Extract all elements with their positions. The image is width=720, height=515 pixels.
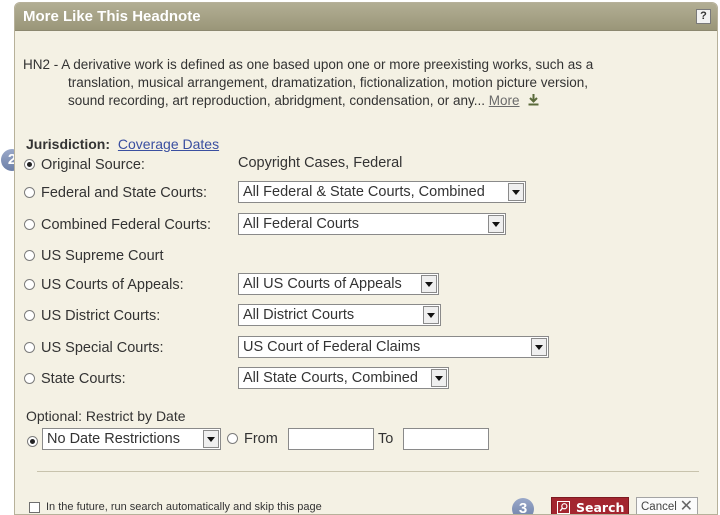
date-restriction-select-value: No Date Restrictions — [47, 431, 180, 447]
us-courts-of-appeals-select-value: All US Courts of Appeals — [243, 276, 402, 292]
us-courts-of-appeals-radio[interactable] — [24, 278, 35, 290]
headnote-line-2: translation, musical arrangement, dramat… — [68, 75, 588, 90]
search-button-label: Search — [576, 500, 625, 515]
row-combined-federal-courts[interactable]: Combined Federal Courts: — [24, 217, 211, 233]
dialog-titlebar: More Like This Headnote ? — [15, 3, 717, 31]
us-special-courts-radio[interactable] — [24, 341, 35, 353]
more-like-this-headnote-dialog: More Like This Headnote ? HN2 - A deriva… — [14, 2, 718, 515]
state-courts-select-value: All State Courts, Combined — [243, 370, 418, 386]
us-district-courts-select-value: All District Courts — [243, 307, 355, 323]
headnote-line-1: HN2 - A derivative work is defined as on… — [23, 57, 594, 72]
us-special-courts-label: US Special Courts: — [41, 340, 164, 356]
jurisdiction-header: Jurisdiction: Coverage Dates — [26, 136, 219, 152]
chevron-down-icon[interactable] — [431, 369, 447, 387]
chevron-down-icon[interactable] — [421, 275, 437, 293]
headnote-line-3: sound recording, art reproduction, abrid… — [23, 92, 693, 110]
cancel-button[interactable]: Cancel ✕ — [636, 497, 698, 515]
auto-run-label: In the future, run search automatically … — [46, 501, 322, 513]
state-courts-select[interactable]: All State Courts, Combined — [238, 367, 449, 389]
headnote-line-3-text: sound recording, art reproduction, abrid… — [68, 93, 485, 108]
dialog-title: More Like This Headnote — [23, 8, 201, 25]
combined-federal-courts-label: Combined Federal Courts: — [41, 217, 212, 233]
row-state-courts[interactable]: State Courts: — [24, 371, 126, 387]
row-us-supreme-court[interactable]: US Supreme Court — [24, 248, 164, 264]
row-us-special-courts[interactable]: US Special Courts: — [24, 340, 164, 356]
no-date-restrictions-radio[interactable] — [27, 436, 38, 448]
row-us-district-courts[interactable]: US District Courts: — [24, 308, 160, 324]
original-source-label: Original Source: — [41, 157, 145, 173]
us-special-courts-select[interactable]: US Court of Federal Claims — [238, 336, 549, 358]
us-district-courts-radio[interactable] — [24, 309, 35, 321]
cancel-button-label: Cancel — [641, 501, 677, 513]
us-special-courts-select-value: US Court of Federal Claims — [243, 339, 421, 355]
step-3-badge: 3 — [512, 498, 534, 514]
help-icon[interactable]: ? — [696, 9, 711, 24]
us-courts-of-appeals-select[interactable]: All US Courts of Appeals — [238, 273, 439, 295]
original-source-radio[interactable] — [24, 158, 35, 170]
combined-federal-courts-radio[interactable] — [24, 218, 35, 230]
combined-federal-courts-select-value: All Federal Courts — [243, 216, 360, 232]
state-courts-radio[interactable] — [24, 372, 35, 384]
us-district-courts-select[interactable]: All District Courts — [238, 304, 441, 326]
close-icon: ✕ — [679, 498, 693, 515]
row-us-courts-of-appeals[interactable]: US Courts of Appeals: — [24, 277, 184, 293]
original-source-value: Copyright Cases, Federal — [238, 155, 403, 171]
combined-federal-courts-select[interactable]: All Federal Courts — [238, 213, 506, 235]
chevron-down-icon[interactable] — [423, 306, 439, 324]
us-district-courts-label: US District Courts: — [41, 308, 161, 324]
row-federal-and-state-courts[interactable]: Federal and State Courts: — [24, 185, 207, 201]
chevron-down-icon[interactable] — [203, 430, 219, 448]
auto-run-checkbox[interactable] — [29, 501, 40, 513]
chevron-down-icon[interactable] — [488, 215, 504, 233]
jurisdiction-title: Jurisdiction: — [26, 136, 111, 152]
search-button[interactable]: Search — [551, 497, 629, 515]
coverage-dates-link[interactable]: Coverage Dates — [118, 136, 219, 152]
footer-divider — [37, 471, 699, 472]
to-date-input[interactable] — [403, 428, 489, 450]
headnote-text: HN2 - A derivative work is defined as on… — [23, 56, 693, 110]
search-icon — [557, 501, 570, 514]
chevron-down-icon[interactable] — [508, 183, 524, 201]
auto-run-option[interactable]: In the future, run search automatically … — [29, 501, 322, 513]
federal-and-state-courts-radio[interactable] — [24, 186, 35, 198]
date-range-option[interactable]: From — [227, 431, 278, 447]
date-restriction-select[interactable]: No Date Restrictions — [42, 428, 221, 450]
chevron-down-icon[interactable] — [531, 338, 547, 356]
download-icon[interactable] — [527, 93, 540, 106]
more-link[interactable]: More — [489, 93, 520, 108]
date-range-radio[interactable] — [227, 432, 238, 444]
us-courts-of-appeals-label: US Courts of Appeals: — [41, 277, 184, 293]
to-label: To — [378, 431, 394, 447]
us-supreme-court-radio[interactable] — [24, 249, 35, 261]
from-date-input[interactable] — [288, 428, 374, 450]
us-supreme-court-label: US Supreme Court — [41, 248, 164, 264]
federal-and-state-courts-label: Federal and State Courts: — [41, 185, 208, 201]
from-label: From — [244, 431, 278, 447]
row-original-source[interactable]: Original Source: — [24, 157, 145, 173]
federal-and-state-courts-select[interactable]: All Federal & State Courts, Combined — [238, 181, 526, 203]
state-courts-label: State Courts: — [41, 371, 126, 387]
federal-and-state-courts-select-value: All Federal & State Courts, Combined — [243, 184, 485, 200]
restrict-by-date-title: Optional: Restrict by Date — [26, 408, 186, 424]
